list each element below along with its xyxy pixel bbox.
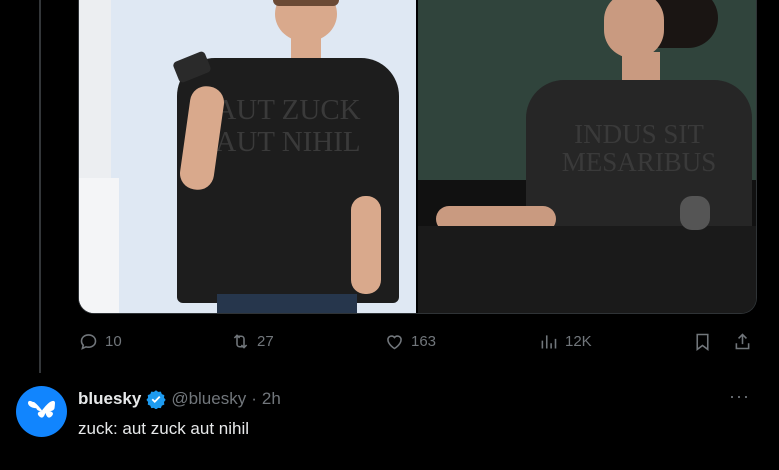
person-head	[604, 0, 664, 58]
jeans	[217, 294, 357, 313]
reply-button[interactable]: 10	[78, 331, 122, 352]
repost-button[interactable]: 27	[230, 331, 274, 352]
avatar[interactable]	[16, 386, 67, 437]
background-panel	[79, 178, 119, 313]
verified-badge-icon	[146, 390, 166, 409]
thread-line	[39, 0, 41, 373]
bookmark-button[interactable]	[692, 331, 713, 352]
person-arm	[351, 196, 381, 294]
person-hair	[273, 0, 339, 6]
tweet-text: zuck: aut zuck aut nihil	[78, 419, 250, 438]
like-button[interactable]: 163	[384, 331, 436, 352]
tweet-header: bluesky @bluesky · 2h	[78, 389, 281, 409]
shirt-text-line2: MESARIBUS	[561, 147, 717, 177]
author-handle[interactable]: @bluesky	[171, 389, 246, 409]
share-icon	[735, 333, 750, 350]
separator-dot: ·	[251, 389, 257, 408]
media-grid[interactable]: AUT ZUCK AUT NIHIL INDUS SIT MESARIBUS	[78, 0, 757, 314]
tweet-timestamp[interactable]: 2h	[262, 389, 281, 409]
photo-left[interactable]: AUT ZUCK AUT NIHIL	[79, 0, 416, 313]
chair	[418, 226, 756, 313]
shirt-text-line1: INDUS SIT	[574, 119, 704, 149]
action-bar: 10 27 163 12K	[78, 331, 758, 357]
views-count: 12K	[565, 333, 592, 350]
repost-count: 27	[257, 333, 274, 350]
more-options-button[interactable]: ···	[729, 386, 750, 407]
reply-count: 10	[105, 333, 122, 350]
bookmark-icon	[696, 333, 709, 351]
repost-icon	[233, 334, 248, 349]
microphone	[680, 196, 710, 230]
author-name[interactable]: bluesky	[78, 389, 141, 409]
reply-icon	[80, 334, 97, 350]
share-button[interactable]	[732, 331, 753, 352]
like-count: 163	[411, 333, 437, 350]
photo-right[interactable]: INDUS SIT MESARIBUS	[418, 0, 756, 313]
views-button[interactable]: 12K	[538, 331, 592, 352]
more-icon: ···	[729, 386, 750, 406]
person-head	[275, 0, 337, 42]
like-icon	[387, 335, 402, 350]
views-icon	[541, 335, 557, 349]
butterfly-icon	[27, 400, 55, 418]
